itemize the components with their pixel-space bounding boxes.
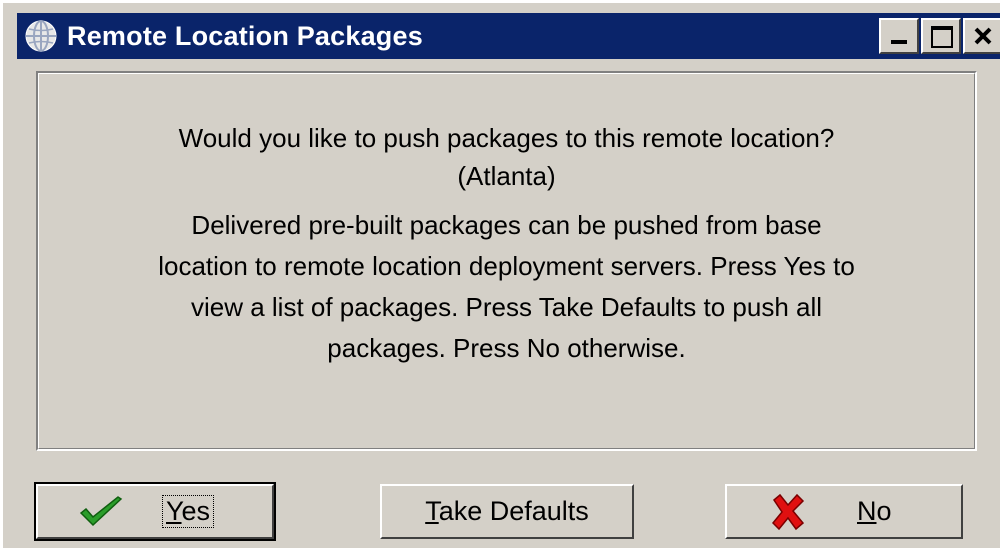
yes-button[interactable]: Yes [34,482,276,541]
close-button[interactable] [963,18,1000,54]
window-controls [877,18,1000,54]
question-line: Would you like to push packages to this … [178,123,835,153]
checkmark-icon [76,492,126,532]
info-line: Delivered pre-built packages can be push… [191,210,822,240]
close-icon [974,27,992,45]
no-label: No [857,496,892,526]
red-x-icon [763,492,813,532]
yes-label: Yes [162,495,215,528]
info-line: location to remote location deployment s… [158,251,855,281]
location-name: (Atlanta) [457,161,556,191]
maximize-button[interactable] [921,18,961,54]
dialog-window: Remote Location Packages Would you like … [0,0,1000,548]
message-panel: Would you like to push packages to this … [36,71,977,451]
info-line: view a list of packages. Press Take Defa… [190,292,823,322]
take-defaults-button[interactable]: Take Defaults [380,484,634,539]
question-text: Would you like to push packages to this … [38,119,975,195]
title-bar[interactable]: Remote Location Packages [17,13,1000,59]
info-text: Delivered pre-built packages can be push… [58,205,955,369]
take-defaults-label: Take Defaults [425,496,589,526]
globe-icon [21,16,61,56]
no-button[interactable]: No [725,484,963,539]
window-title: Remote Location Packages [67,20,423,51]
info-line: packages. Press No otherwise. [327,333,686,363]
minimize-button[interactable] [879,18,919,54]
